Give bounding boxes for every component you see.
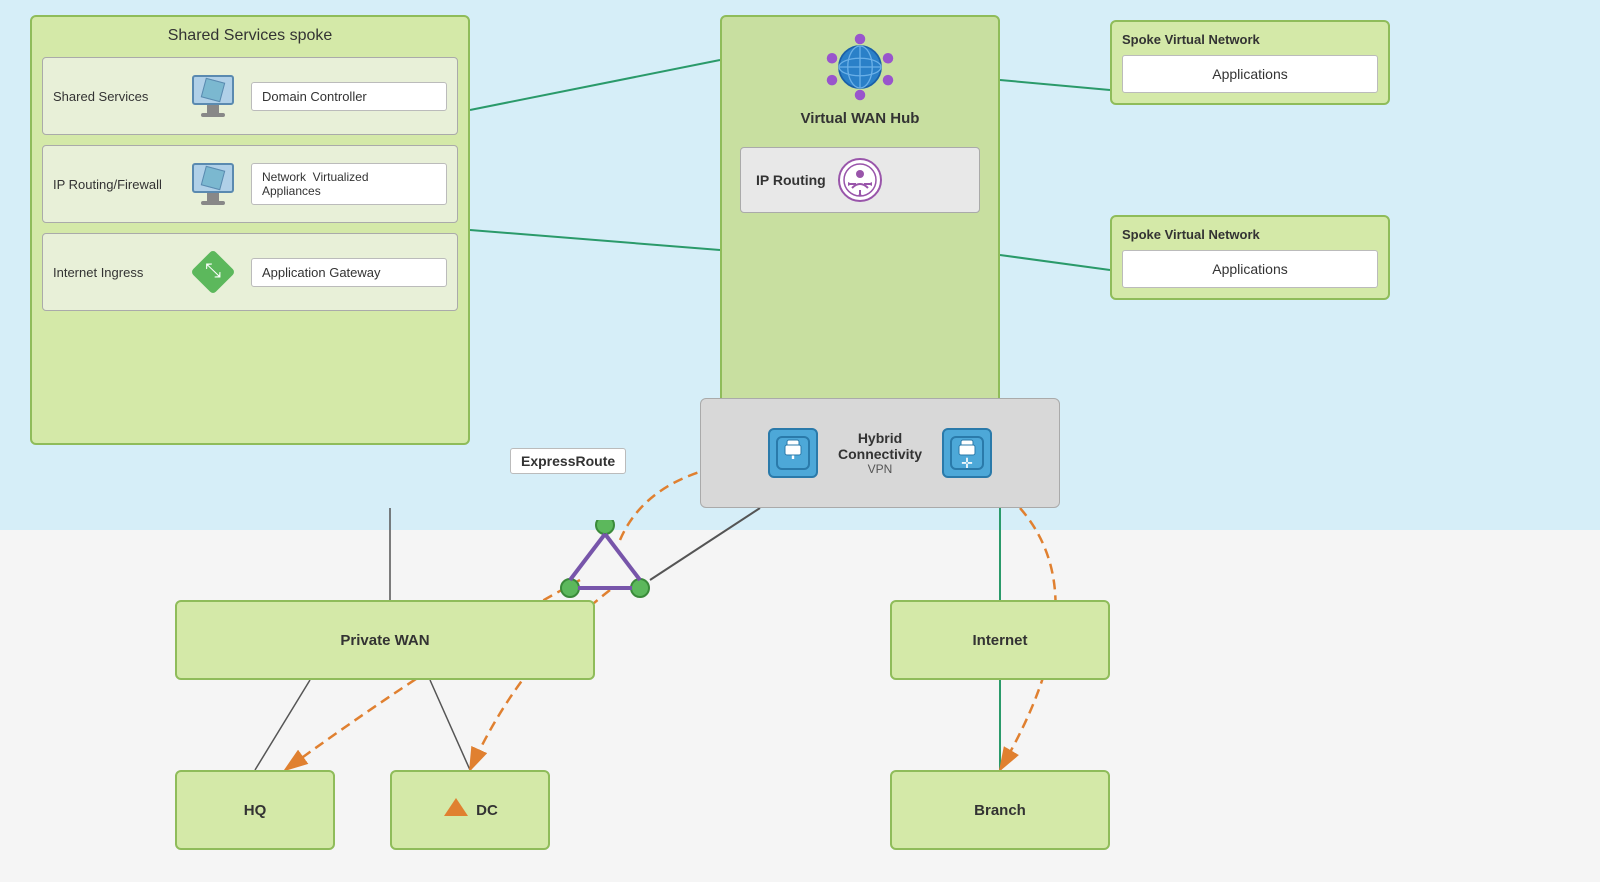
routing-icon xyxy=(838,158,882,202)
ip-routing-box: IP Routing xyxy=(740,147,980,213)
hybrid-connectivity: ✛ HybridConnectivity VPN ✛ xyxy=(700,398,1060,508)
dc-label: DC xyxy=(476,802,498,819)
hq-label: HQ xyxy=(244,802,267,819)
internet-box: Internet xyxy=(890,600,1110,680)
applications-2: Applications xyxy=(1122,250,1378,288)
monitor-icon-2 xyxy=(183,154,243,214)
service-label-internet: Internet Ingress xyxy=(53,265,183,280)
branch-box: Branch xyxy=(890,770,1110,850)
globe-icon xyxy=(825,32,895,102)
spoke-title: Shared Services spoke xyxy=(42,27,458,45)
expressroute-label: ExpressRoute xyxy=(510,448,626,474)
ip-routing-label: IP Routing xyxy=(756,172,826,188)
vpn-icon-right: ✛ xyxy=(942,428,992,478)
hybrid-center: HybridConnectivity VPN xyxy=(838,430,922,476)
dc-arrow-icon xyxy=(442,796,470,824)
applications-1: Applications xyxy=(1122,55,1378,93)
internet-ingress-row: Internet Ingress ⤡ Application Gateway xyxy=(42,233,458,311)
service-label-ip: IP Routing/Firewall xyxy=(53,177,183,192)
service-label-shared: Shared Services xyxy=(53,89,183,104)
spoke-vnet-2-title: Spoke Virtual Network xyxy=(1122,227,1378,242)
spoke-vnet-2: Spoke Virtual Network Applications xyxy=(1110,215,1390,300)
shared-services-spoke: Shared Services spoke Shared Services Do… xyxy=(30,15,470,445)
vpn-icon-left: ✛ xyxy=(768,428,818,478)
domain-controller-label: Domain Controller xyxy=(251,82,447,111)
internet-label: Internet xyxy=(972,632,1027,649)
vwan-title: Virtual WAN Hub xyxy=(801,110,920,127)
vpn-label: VPN xyxy=(868,462,893,476)
private-wan: Private WAN xyxy=(175,600,595,680)
svg-text:⤡: ⤡ xyxy=(205,260,221,282)
hybrid-title: HybridConnectivity xyxy=(838,430,922,462)
vwan-hub: Virtual WAN Hub IP Routing xyxy=(720,15,1000,445)
svg-text:✛: ✛ xyxy=(961,455,973,471)
app-gateway-label: Application Gateway xyxy=(251,258,447,287)
nva-label: Network VirtualizedAppliances xyxy=(251,163,447,205)
shared-services-row: Shared Services Domain Controller xyxy=(42,57,458,135)
dc-box: DC xyxy=(390,770,550,850)
private-wan-label: Private WAN xyxy=(340,632,429,649)
monitor-icon-1 xyxy=(183,66,243,126)
diamond-icon: ⤡ xyxy=(183,242,243,302)
expressroute-triangle-icon xyxy=(560,520,650,605)
ip-routing-firewall-row: IP Routing/Firewall Network VirtualizedA… xyxy=(42,145,458,223)
hq-box: HQ xyxy=(175,770,335,850)
spoke-vnet-1-title: Spoke Virtual Network xyxy=(1122,32,1378,47)
spoke-vnet-1: Spoke Virtual Network Applications xyxy=(1110,20,1390,105)
branch-label: Branch xyxy=(974,802,1026,819)
